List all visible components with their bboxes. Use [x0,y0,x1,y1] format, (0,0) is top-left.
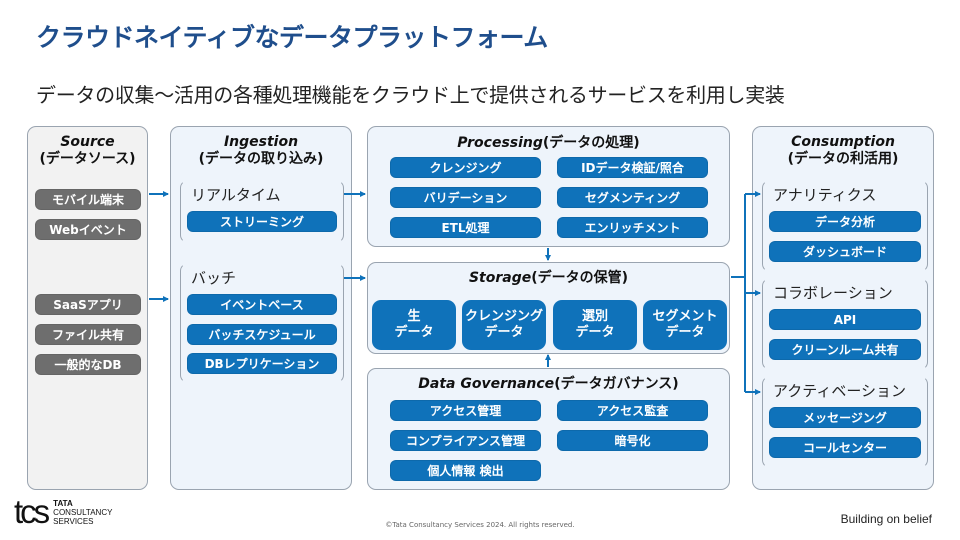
storage-item-cleansed: クレンジング データ [462,300,546,350]
governance-item: 個人情報 検出 [390,460,541,481]
group-label: コラボレーション [773,284,893,302]
governance-item: 暗号化 [557,430,708,451]
ingestion-item: ストリーミング [187,211,337,232]
consumption-item: API [769,309,921,330]
ingestion-panel: Ingestion (データの取り込み) リアルタイム ストリーミング バッチ … [170,126,352,490]
copyright: ©Tata Consultancy Services 2024. All rig… [385,521,575,529]
consumption-item: データ分析 [769,211,921,232]
group-label: アクティベーション [773,382,907,400]
consumption-item: クリーンルーム共有 [769,339,921,360]
group-label: リアルタイム [191,186,281,204]
consumption-item: メッセージング [769,407,921,428]
tagline: Building on belief [840,512,932,526]
consumption-title-en: Consumption [791,134,895,150]
storage-panel: Storage(データの保管) 生データ クレンジング データ 選別 データ セグメ… [367,262,730,354]
source-item: ファイル共有 [35,324,141,345]
storage-item-segmented: セグメント データ [643,300,727,350]
governance-item: コンプライアンス管理 [390,430,541,451]
storage-item-raw: 生データ [372,300,456,350]
consumption-item: コールセンター [769,437,921,458]
consumption-item: ダッシュボード [769,241,921,262]
group-label: バッチ [191,269,237,287]
slide-title: クラウドネイティブなデータプラットフォーム [36,23,548,52]
consumption-title-jp: (データの利活用) [787,151,899,167]
ingestion-title-jp: (データの取り込み) [198,151,324,167]
processing-item: クレンジング [390,157,541,178]
governance-title-en: Data Governance [418,376,555,392]
processing-item: セグメンティング [557,187,708,208]
consumption-group-collaboration: コラボレーション API クリーンルーム共有 [762,278,928,370]
governance-panel: Data Governance(データガバナンス) アクセス管理 アクセス監査 … [367,368,730,490]
ingestion-title-en: Ingestion [223,134,299,150]
processing-item: IDデータ検証/照合 [557,157,708,178]
processing-item: エンリッチメント [557,217,708,238]
ingestion-item: イベントベース [187,294,337,315]
source-item: 一般的なDB [35,354,141,375]
governance-title-jp: (データガバナンス) [554,376,679,392]
source-title-en: Source [60,134,115,150]
processing-title-jp: (データの処理) [542,135,640,151]
storage-title-en: Storage [468,270,532,286]
ingestion-group-batch: バッチ イベントベース バッチスケジュール DBレプリケーション [180,263,344,383]
consumption-group-activation: アクティベーション メッセージング コールセンター [762,376,928,468]
governance-item: アクセス管理 [390,400,541,421]
ingestion-item: DBレプリケーション [187,353,337,374]
logo-line-2: CONSULTANCY [53,507,113,517]
ingestion-item: バッチスケジュール [187,324,337,345]
consumption-panel: Consumption (データの利活用) アナリティクス データ分析 ダッシュ… [752,126,934,490]
processing-item: ETL処理 [390,217,541,238]
group-label: アナリティクス [773,186,877,204]
source-item: SaaSアプリ [35,294,141,315]
source-item: Webイベント [35,219,141,240]
storage-title-jp: (データの保管) [531,270,629,286]
source-item: モバイル端末 [35,189,141,210]
source-panel: Source (データソース) モバイル端末 Webイベント SaaSアプリ フ… [27,126,148,490]
slide-subtitle: データの収集～活用の各種処理機能をクラウド上で提供されるサービスを利用し実装 [36,83,785,107]
processing-item: バリデーション [390,187,541,208]
processing-panel: Processing(データの処理) クレンジング IDデータ検証/照合 バリデ… [367,126,730,247]
consumption-group-analytics: アナリティクス データ分析 ダッシュボード [762,180,928,272]
storage-item-selected: 選別 データ [553,300,637,350]
logo-line-1: TATA [53,498,73,508]
processing-title-en: Processing [457,135,543,151]
governance-item: アクセス監査 [557,400,708,421]
source-title-jp: (データソース) [39,151,136,167]
ingestion-group-realtime: リアルタイム ストリーミング [180,180,344,243]
